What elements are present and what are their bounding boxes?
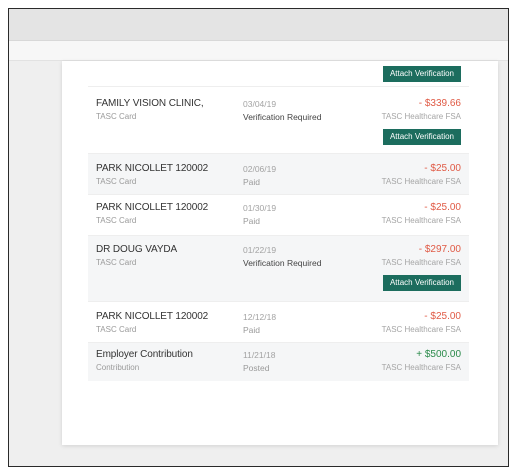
transaction-status: Paid: [243, 216, 261, 226]
attach-verification-button[interactable]: Attach Verification: [382, 129, 461, 145]
transaction-amount: - $25.00: [424, 202, 461, 213]
transaction-date: 01/30/19: [243, 203, 277, 213]
merchant-name: PARK NICOLLET 120002: [96, 311, 209, 322]
transaction-row[interactable]: PARK NICOLLET 120002 TASC Card 01/30/19 …: [88, 195, 469, 236]
payment-method: Contribution: [96, 363, 140, 372]
transaction-amount: + $500.00: [416, 349, 461, 360]
account-name: TASC Healthcare FSA: [381, 216, 461, 225]
browser-window: Attach Verification FAMILY VISION CLINIC…: [8, 8, 509, 467]
transaction-date: 02/06/19: [243, 164, 277, 174]
merchant-name: PARK NICOLLET 120002: [96, 202, 209, 213]
transaction-status: Paid: [243, 177, 261, 187]
transaction-date: 11/21/18: [243, 350, 276, 360]
payment-method: TASC Card: [96, 112, 137, 121]
transaction-date: 03/04/19: [243, 99, 277, 109]
transaction-status: Verification Required: [243, 112, 322, 122]
account-name: TASC Healthcare FSA: [381, 112, 461, 121]
payment-method: TASC Card: [96, 216, 137, 225]
transaction-status: Paid: [243, 325, 261, 335]
merchant-name: PARK NICOLLET 120002: [96, 163, 209, 174]
transaction-amount: - $297.00: [418, 244, 461, 255]
transaction-row: Attach Verification: [88, 61, 469, 87]
transaction-row[interactable]: PARK NICOLLET 120002 TASC Card 12/12/18 …: [88, 302, 469, 343]
account-name: TASC Healthcare FSA: [381, 363, 461, 372]
merchant-name: DR DOUG VAYDA: [96, 244, 178, 255]
transaction-row[interactable]: PARK NICOLLET 120002 TASC Card 02/06/19 …: [88, 154, 469, 195]
transaction-date: 01/22/19: [243, 245, 277, 255]
attach-verification-button[interactable]: Attach Verification: [382, 275, 461, 291]
merchant-name: FAMILY VISION CLINIC,: [96, 98, 204, 109]
transaction-amount: - $25.00: [424, 311, 461, 322]
transaction-status: Posted: [243, 363, 270, 373]
transaction-amount: - $339.66: [418, 98, 461, 109]
transaction-date: 12/12/18: [243, 312, 277, 322]
transactions-card: Attach Verification FAMILY VISION CLINIC…: [62, 61, 498, 445]
sub-header-bar: [9, 41, 508, 61]
payment-method: TASC Card: [96, 258, 137, 267]
attach-verification-button[interactable]: Attach Verification: [382, 66, 461, 82]
payment-method: TASC Card: [96, 177, 137, 186]
merchant-name: Employer Contribution: [96, 349, 193, 360]
top-bar: [9, 9, 508, 41]
transaction-row[interactable]: FAMILY VISION CLINIC, TASC Card 03/04/19…: [88, 87, 469, 154]
transaction-row[interactable]: DR DOUG VAYDA TASC Card 01/22/19 Verific…: [88, 236, 469, 302]
transaction-status: Verification Required: [243, 258, 322, 268]
transaction-row[interactable]: Employer Contribution Contribution 11/21…: [88, 343, 469, 381]
payment-method: TASC Card: [96, 325, 137, 334]
account-name: TASC Healthcare FSA: [381, 325, 461, 334]
account-name: TASC Healthcare FSA: [381, 258, 461, 267]
transaction-list: Attach Verification FAMILY VISION CLINIC…: [88, 61, 469, 381]
transaction-amount: - $25.00: [424, 163, 461, 174]
account-name: TASC Healthcare FSA: [381, 177, 461, 186]
